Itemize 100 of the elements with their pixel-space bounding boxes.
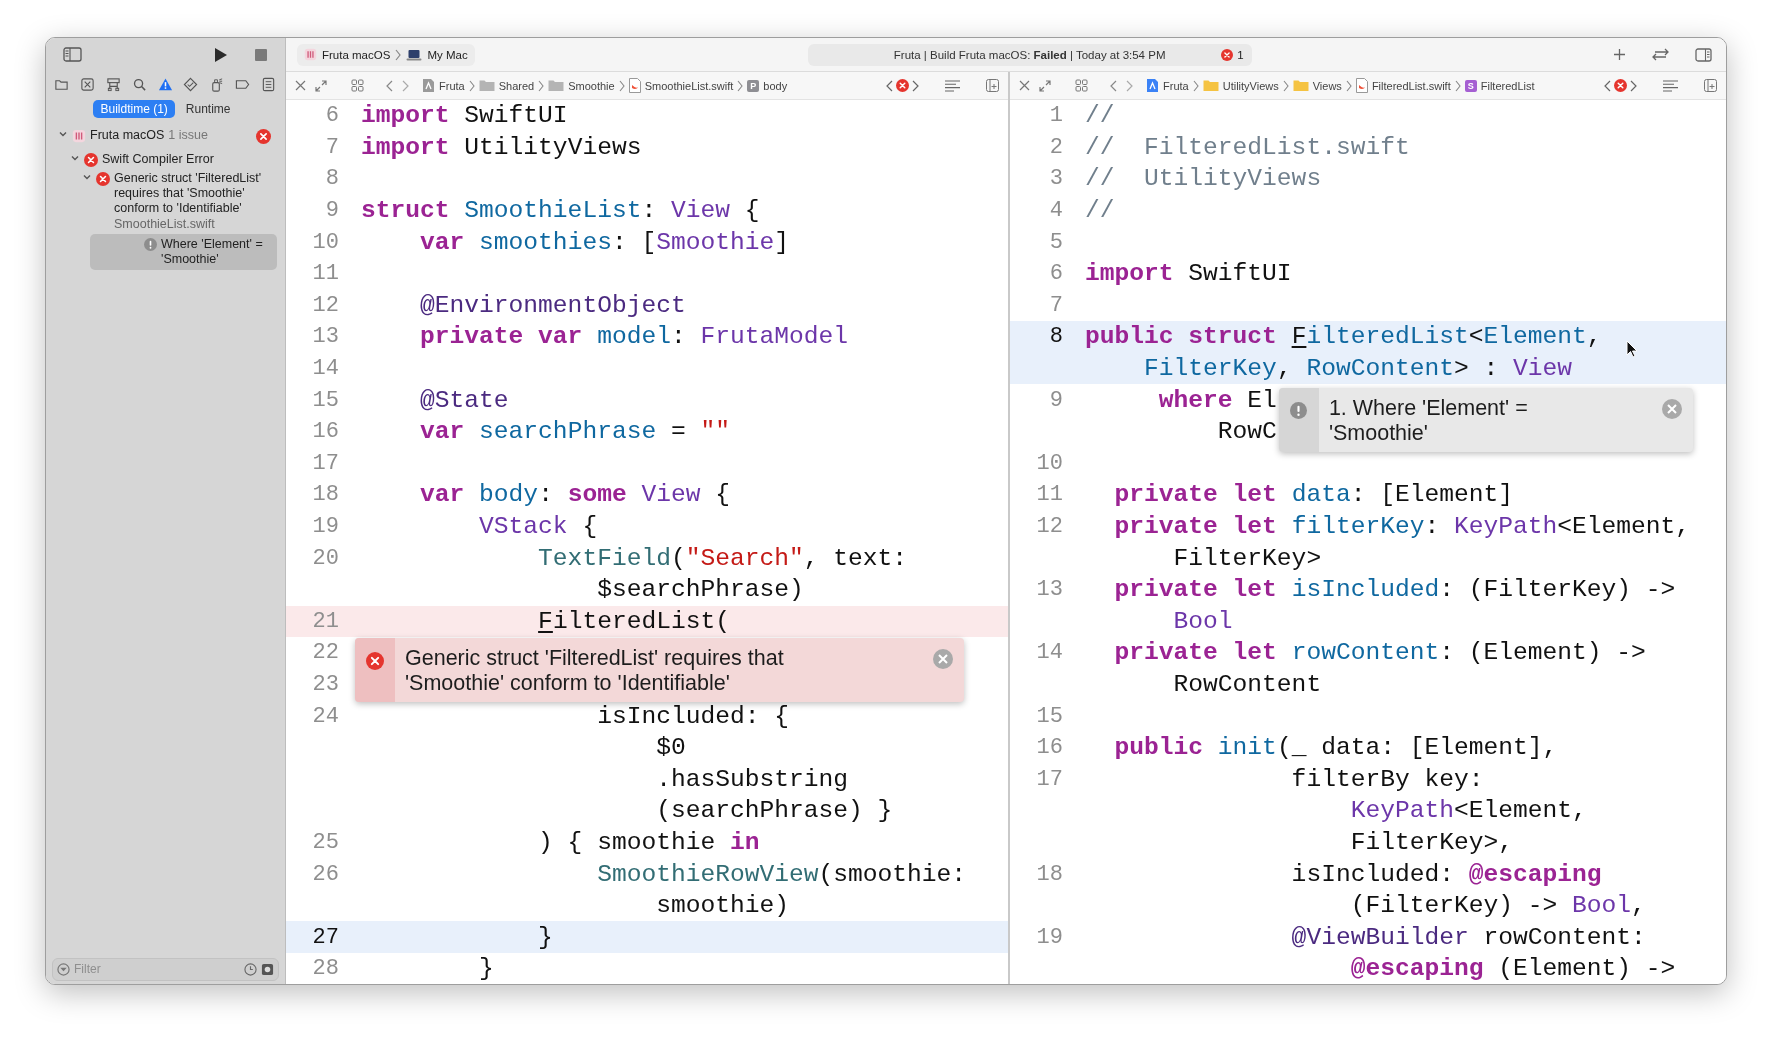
grid-icon[interactable] <box>351 79 364 92</box>
line-number: 18 <box>1036 861 1063 887</box>
scheme-selector[interactable]: Fruta macOS My Mac <box>297 43 475 66</box>
destination-name: My Mac <box>427 48 468 61</box>
breadcrumb[interactable]: FilteredList <box>1480 79 1535 92</box>
warning-icon[interactable] <box>156 76 174 93</box>
inspector-icon[interactable] <box>1695 47 1712 62</box>
back-icon[interactable] <box>886 79 893 92</box>
breadcrumb[interactable]: Fruta <box>439 79 465 92</box>
line-number: 7 <box>325 134 339 160</box>
back-icon[interactable] <box>386 79 393 92</box>
line-number: 10 <box>312 229 339 255</box>
line-number: 10 <box>1036 450 1063 476</box>
code-line: } <box>478 955 494 983</box>
lines-icon[interactable] <box>1663 79 1678 92</box>
issue-row[interactable]: Swift Compiler Error <box>66 150 277 169</box>
document-icon[interactable] <box>260 76 277 93</box>
app-icon <box>72 129 86 143</box>
issue-row[interactable]: Where 'Element' = 'Smoothie' <box>90 234 277 270</box>
lines-icon[interactable] <box>945 79 960 92</box>
line-number: 5 <box>1049 229 1063 255</box>
folder-icon <box>1292 79 1309 92</box>
issue-navigator-icon <box>896 79 909 92</box>
line-number: 11 <box>312 261 339 287</box>
line-number: 19 <box>1036 924 1063 950</box>
symbol-badge: S <box>1464 79 1477 92</box>
line-number: 3 <box>1049 166 1063 192</box>
disclosure-icon[interactable] <box>82 172 92 182</box>
line-number: 4 <box>1049 198 1063 224</box>
breadcrumb[interactable]: Fruta <box>1163 79 1189 92</box>
breadcrumb[interactable]: FilteredList.swift <box>1371 79 1451 92</box>
code-line: import SwiftUI <box>361 102 568 130</box>
code-line: import SwiftUI <box>1085 260 1292 288</box>
line-number: 6 <box>1049 261 1063 287</box>
symbol-badge: P <box>747 79 760 92</box>
code-line: private let data: [Element] <box>1113 481 1514 509</box>
code-line: FilteredList( <box>537 607 730 635</box>
code-line: struct SmoothieList: View { <box>361 197 760 225</box>
filter-field[interactable]: Filter <box>52 957 279 981</box>
back-icon[interactable] <box>1604 79 1611 92</box>
breadcrumb[interactable]: SmoothieList.swift <box>644 79 734 92</box>
breadcrumb[interactable]: Smoothie <box>568 79 615 92</box>
chevron-icon <box>1192 79 1199 92</box>
play-icon[interactable] <box>214 46 228 63</box>
issue-row[interactable]: Fruta macOS 1 issue <box>54 126 277 150</box>
folder-icon <box>1202 79 1219 92</box>
line-number: 23 <box>312 672 339 697</box>
line-number: 1 <box>1049 103 1063 129</box>
x-square-icon[interactable] <box>78 76 96 93</box>
build-status: Fruta | Build Fruta macOS: Failed | Today at 3:54 PM <box>893 48 1166 61</box>
code-line: .hasSubstring <box>655 765 849 793</box>
add-editor-icon[interactable] <box>1704 79 1717 92</box>
code-line: private let filterKey: KeyPath<Element, <box>1113 513 1691 540</box>
close-icon[interactable] <box>932 648 954 671</box>
disclosure-icon[interactable] <box>70 153 80 163</box>
diamond-icon[interactable] <box>182 76 200 93</box>
code-line: var searchPhrase = "" <box>419 418 730 446</box>
grid-icon[interactable] <box>1075 79 1088 92</box>
code-line: var smoothies: [Smoothie] <box>419 228 790 256</box>
line-number: 25 <box>312 829 339 855</box>
chevron-icon <box>395 48 402 61</box>
hierarchy-icon[interactable] <box>104 76 122 93</box>
swap-arrows-icon[interactable] <box>1652 48 1669 61</box>
forward-icon[interactable] <box>1630 79 1637 92</box>
close-icon[interactable] <box>1019 80 1030 91</box>
issue-filter-icon[interactable] <box>261 962 274 976</box>
code-line: isIncluded: { <box>596 702 789 730</box>
line-number: 17 <box>312 450 339 476</box>
breadcrumb[interactable]: UtilityViews <box>1222 79 1279 92</box>
expand-icon[interactable] <box>315 79 327 92</box>
code-line: ) { smoothie in <box>537 828 760 856</box>
stop-icon[interactable] <box>255 48 267 61</box>
code-line: FilterKey>, <box>1349 828 1513 856</box>
filter-field[interactable]: Filter <box>74 962 240 977</box>
expand-icon[interactable] <box>1039 79 1051 92</box>
forward-icon[interactable] <box>912 79 919 92</box>
line-number: 26 <box>312 861 339 887</box>
close-icon[interactable] <box>295 80 306 91</box>
code-line: Bool <box>1172 607 1233 635</box>
breadcrumb[interactable]: Shared <box>498 79 535 92</box>
plus-icon[interactable] <box>1613 48 1626 61</box>
navigator-tab[interactable]: Buildtime (1) <box>93 100 175 118</box>
sidebar-icon[interactable] <box>63 47 82 62</box>
code-line: isIncluded: @escaping <box>1290 860 1602 888</box>
line-number: 15 <box>312 387 339 413</box>
breadcrumb[interactable]: body <box>763 79 788 92</box>
disclosure-icon[interactable] <box>58 129 68 139</box>
close-icon[interactable] <box>1660 398 1683 421</box>
issue-row[interactable]: Generic struct 'FilteredList' requires that 'Smoothie' conform to 'Identifiable' SmoothieList.swift <box>78 169 277 234</box>
navigator-tab[interactable]: Runtime <box>178 100 238 118</box>
breadcrumb[interactable]: Views <box>1312 79 1342 92</box>
chevron-icon <box>468 79 475 92</box>
folder-icon <box>548 79 565 92</box>
code-line: where El <box>1157 386 1277 414</box>
clock-icon[interactable] <box>244 962 257 976</box>
file-icon <box>628 78 641 93</box>
back-icon[interactable] <box>1110 79 1117 92</box>
add-editor-icon[interactable] <box>986 79 999 92</box>
code-line: SmoothieRowView(smoothie: <box>596 860 967 888</box>
line-number: 7 <box>1049 292 1063 318</box>
